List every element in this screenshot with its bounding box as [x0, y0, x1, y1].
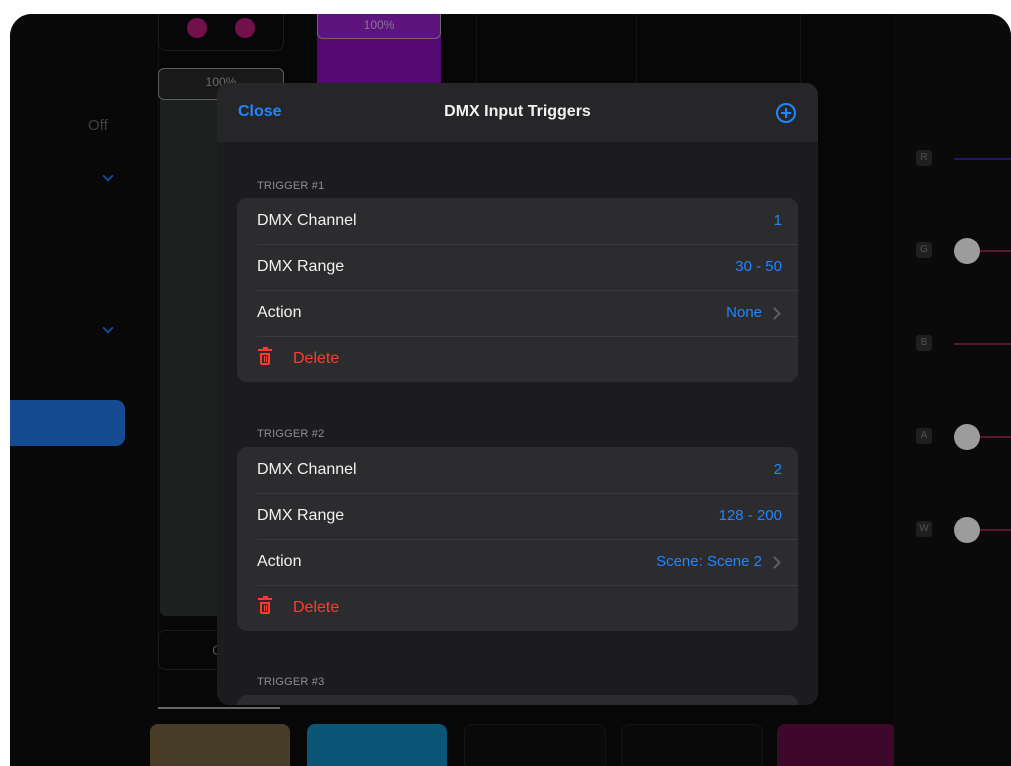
trigger-card: DMX Channel 1 DMX Range 30 - 50 Action N…	[237, 198, 798, 382]
chevron-right-icon	[768, 307, 781, 320]
delete-row[interactable]: Delete	[237, 336, 798, 382]
section-header: TRIGGER #2	[257, 428, 325, 440]
row-label: Action	[257, 304, 302, 321]
dmx-channel-value[interactable]: 1	[774, 212, 782, 229]
chevron-right-icon	[768, 556, 781, 569]
dmx-triggers-modal: Close DMX Input Triggers TRIGGER #1 DMX …	[217, 83, 818, 705]
trigger-card	[237, 695, 798, 705]
section-header: TRIGGER #3	[257, 676, 325, 688]
trigger-card: DMX Channel 2 DMX Range 128 - 200 Action…	[237, 447, 798, 631]
dmx-range-value[interactable]: 30 - 50	[735, 258, 782, 275]
action-row[interactable]: Action None	[237, 290, 798, 336]
row-label: Action	[257, 553, 302, 570]
delete-row[interactable]: Delete	[237, 585, 798, 631]
action-row[interactable]: Action Scene: Scene 2	[237, 539, 798, 585]
modal-header: Close DMX Input Triggers	[217, 83, 818, 142]
delete-button[interactable]: Delete	[293, 599, 339, 617]
dmx-range-row[interactable]: DMX Range 128 - 200	[237, 493, 798, 539]
dmx-range-row[interactable]: DMX Range 30 - 50	[237, 244, 798, 290]
dmx-channel-value[interactable]: 2	[774, 461, 782, 478]
app-window: Off 100% 100% Co R G B A W	[10, 14, 1011, 766]
dmx-range-value[interactable]: 128 - 200	[719, 507, 782, 524]
dmx-channel-row[interactable]: DMX Channel 1	[237, 198, 798, 244]
delete-button[interactable]: Delete	[293, 350, 339, 368]
row-label: DMX Range	[257, 507, 345, 524]
trash-icon	[258, 596, 272, 614]
row-label: DMX Channel	[257, 212, 357, 229]
action-value: Scene: Scene 2	[656, 553, 762, 570]
row-label: DMX Channel	[257, 461, 357, 478]
trash-icon	[258, 347, 272, 365]
action-value: None	[726, 304, 762, 321]
plus-circle-icon[interactable]	[776, 103, 796, 123]
dmx-channel-row[interactable]: DMX Channel 2	[237, 447, 798, 493]
row-label: DMX Range	[257, 258, 345, 275]
section-header: TRIGGER #1	[257, 180, 325, 192]
modal-title: DMX Input Triggers	[444, 103, 591, 120]
